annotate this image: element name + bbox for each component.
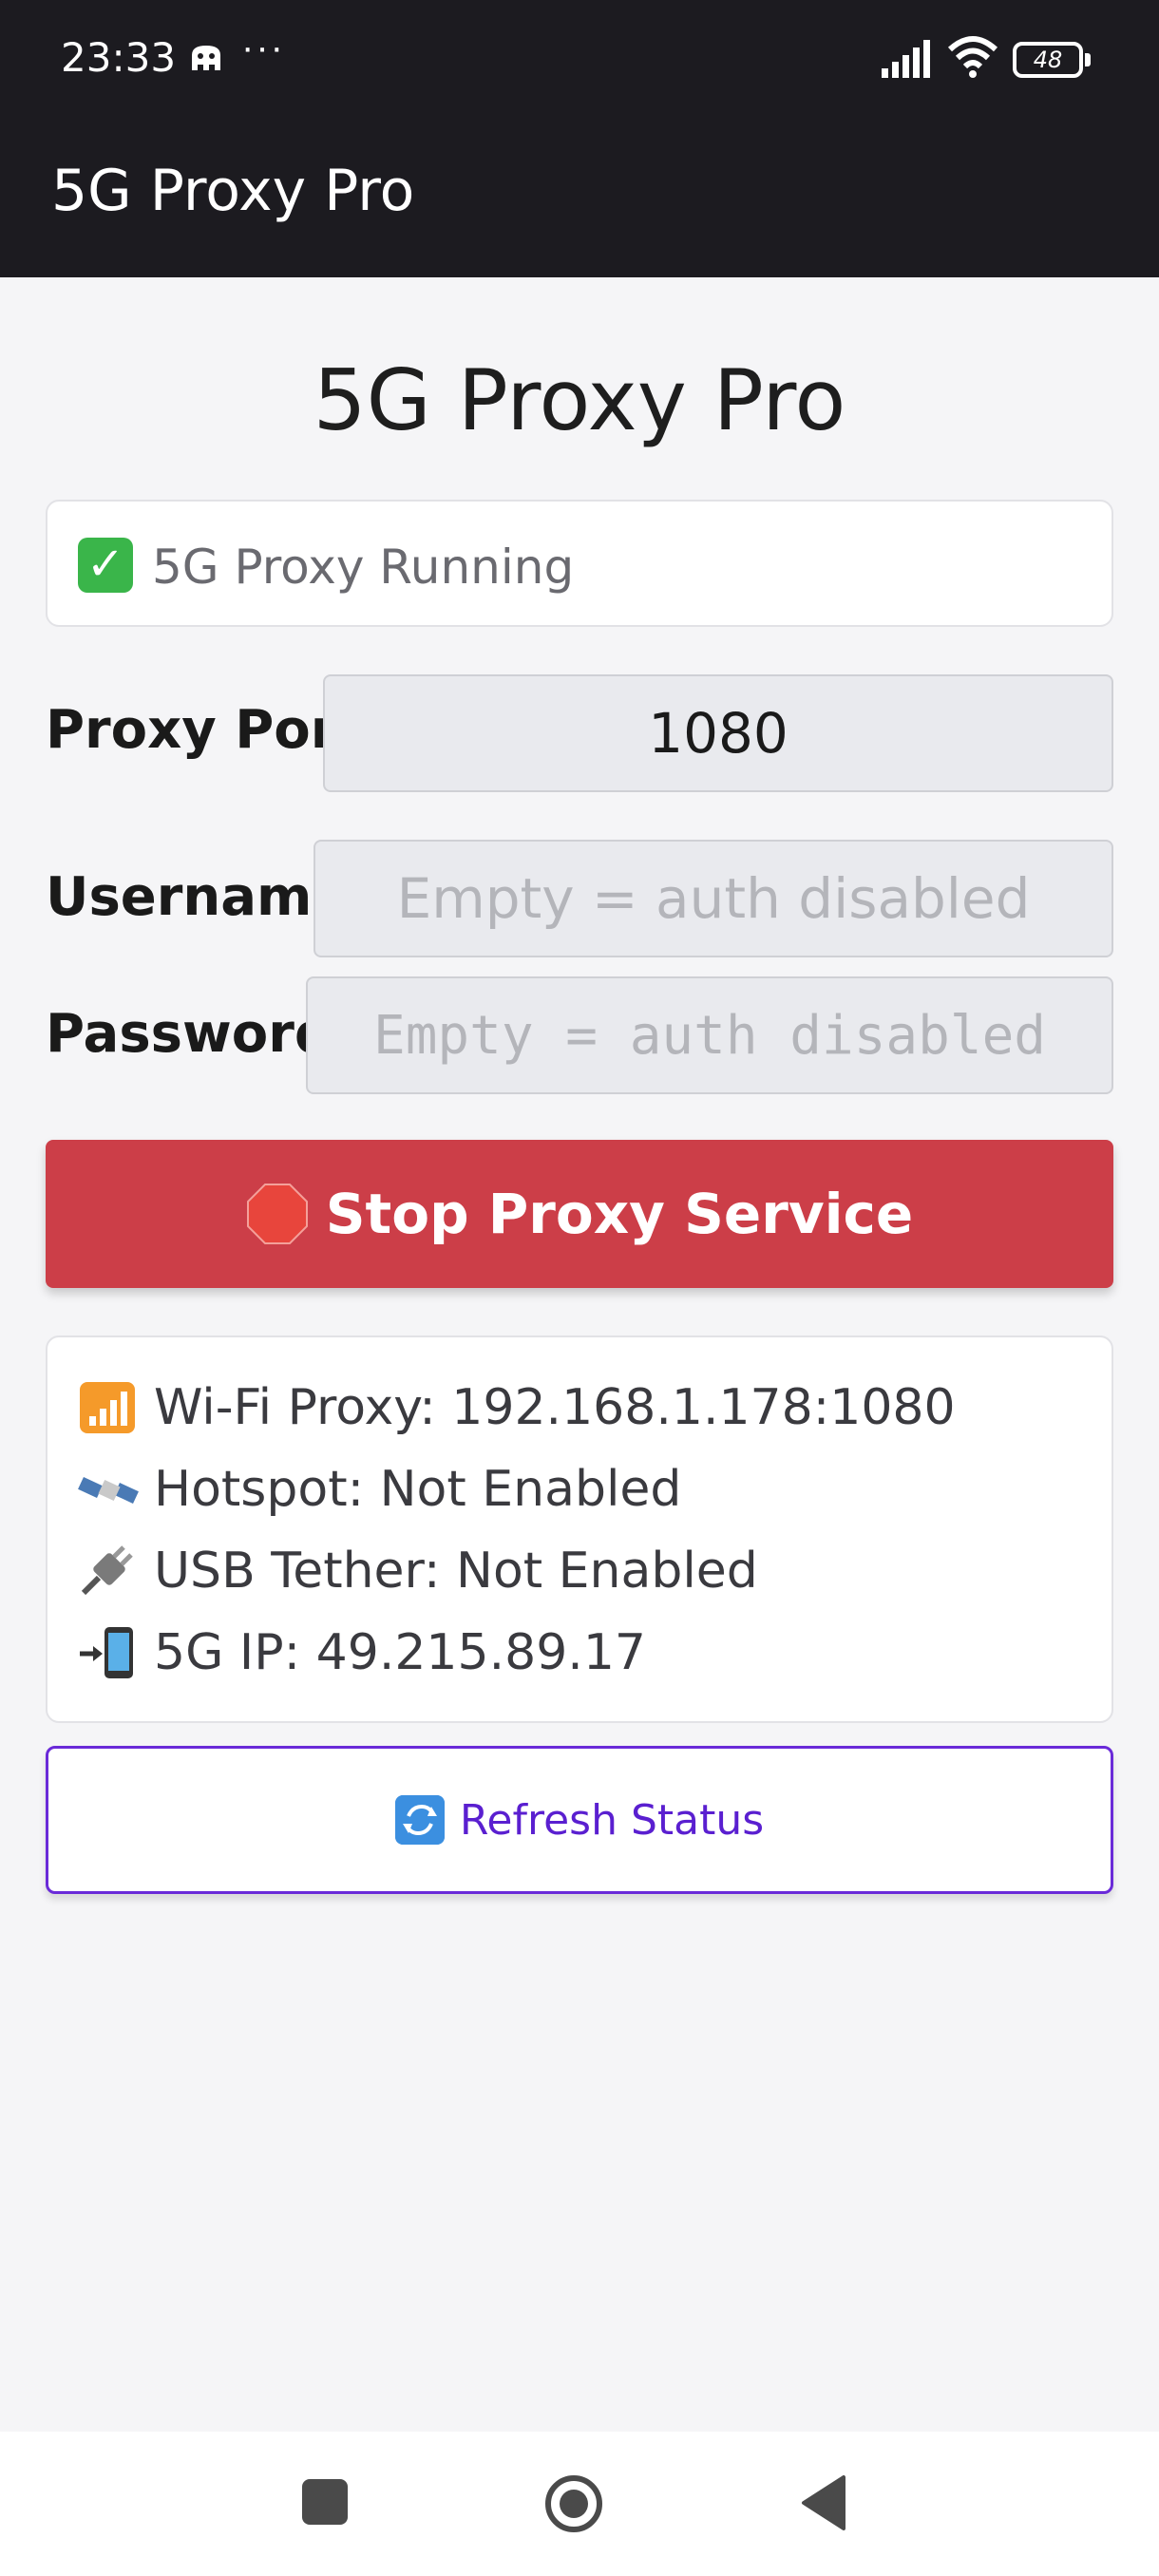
- app-bar-title: 5G Proxy Pro: [51, 158, 415, 224]
- ip-row: 5G IP: 49.215.89.17: [78, 1624, 646, 1681]
- back-button[interactable]: [800, 2473, 847, 2532]
- page-title: 5G Proxy Pro: [313, 351, 846, 449]
- system-navigation-bar: [0, 2432, 1159, 2576]
- hotspot-row: Hotspot: Not Enabled: [78, 1461, 681, 1518]
- refresh-status-button[interactable]: Refresh Status: [46, 1746, 1113, 1894]
- battery-level: 48: [1013, 42, 1083, 78]
- app-header: 23:33 ··· 48 5G Proxy Pro: [0, 0, 1159, 277]
- wifi-proxy-row: Wi-Fi Proxy: 192.168.1.178:1080: [78, 1379, 956, 1436]
- stop-proxy-label: Stop Proxy Service: [325, 1182, 914, 1246]
- refresh-icon: [394, 1795, 445, 1845]
- stop-sign-icon: [246, 1184, 308, 1244]
- satellite-icon: [78, 1477, 139, 1504]
- status-bar: 23:33 ··· 48: [0, 0, 1159, 114]
- ip-text: 5G IP: 49.215.89.17: [154, 1624, 646, 1681]
- recent-apps-button[interactable]: [302, 2479, 348, 2525]
- battery-icon: 48: [1013, 42, 1091, 80]
- usb-tether-text: USB Tether: Not Enabled: [154, 1543, 758, 1600]
- wifi-proxy-text: Wi-Fi Proxy: 192.168.1.178:1080: [154, 1379, 956, 1436]
- home-button[interactable]: [543, 2473, 604, 2534]
- port-input[interactable]: [323, 674, 1113, 792]
- status-time: 23:33: [61, 34, 177, 81]
- username-input[interactable]: [314, 840, 1113, 957]
- hotspot-text: Hotspot: Not Enabled: [154, 1461, 682, 1518]
- stop-proxy-button[interactable]: Stop Proxy Service: [46, 1140, 1113, 1288]
- more-notifications-icon: ···: [241, 27, 285, 68]
- plug-icon: [81, 1545, 133, 1596]
- network-info-card: Wi-Fi Proxy: 192.168.1.178:1080 Hotspot:…: [46, 1335, 1113, 1723]
- notification-icon: [192, 46, 220, 70]
- password-input[interactable]: [306, 976, 1113, 1094]
- wifi-icon: [947, 36, 998, 78]
- proxy-status-text: 5G Proxy Running: [152, 540, 575, 595]
- proxy-status-card: ✓ 5G Proxy Running: [46, 500, 1113, 627]
- signal-icon: [882, 40, 930, 78]
- mobile-phone-arrow-icon: [80, 1627, 133, 1678]
- refresh-status-label: Refresh Status: [459, 1795, 765, 1845]
- check-mark-icon: ✓: [78, 538, 133, 593]
- signal-bars-icon: [80, 1382, 135, 1433]
- usb-tether-row: USB Tether: Not Enabled: [78, 1543, 758, 1600]
